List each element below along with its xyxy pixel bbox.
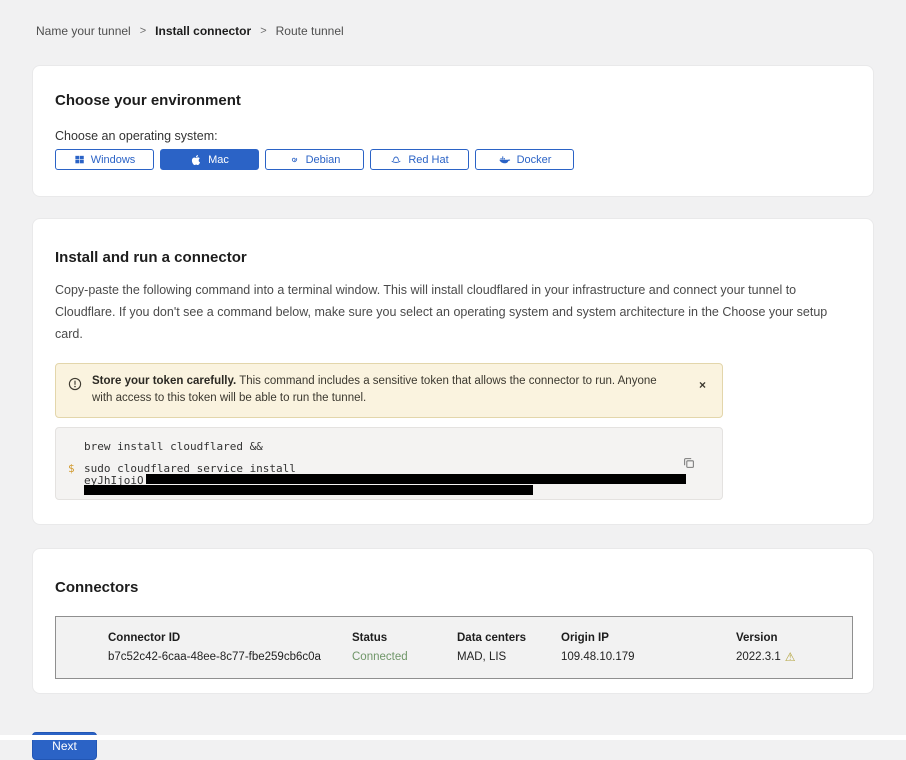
column-header-connector-id: Connector ID (108, 632, 352, 651)
breadcrumb-name-your-tunnel[interactable]: Name your tunnel (36, 24, 131, 38)
windows-logo-icon (74, 154, 85, 165)
connectors-table-grid: Connector ID Status Data centers Origin … (108, 632, 852, 663)
connectors-card: Connectors Connector ID Status Data cent… (32, 548, 874, 694)
redacted-token-bar (84, 485, 533, 495)
install-command-lines: brew install cloudflared && sudo cloudfl… (84, 441, 686, 496)
os-button-label: Red Hat (408, 154, 448, 166)
token-warning-bold: Store your token carefully. (92, 375, 236, 387)
command-line-token-2 (84, 485, 686, 496)
token-warning-text: Store your token carefully. This command… (92, 373, 685, 409)
breadcrumb-route-tunnel[interactable]: Route tunnel (276, 24, 344, 38)
breadcrumb: Name your tunnel > Install connector > R… (0, 0, 906, 38)
os-button-group: Windows Mac Debian (55, 149, 851, 170)
environment-card-title: Choose your environment (55, 92, 851, 109)
status-badge: Connected (352, 651, 457, 663)
breadcrumb-install-connector[interactable]: Install connector (155, 24, 251, 38)
redhat-logo-icon (390, 154, 402, 166)
viewport-bottom-strip (0, 735, 906, 740)
install-connector-title: Install and run a connector (55, 249, 851, 266)
cell-data-centers: MAD, LIS (457, 651, 561, 663)
column-header-data-centers: Data centers (457, 632, 561, 651)
version-value: 2022.3.1 (736, 651, 781, 663)
command-line-token: eyJhIjoiO (84, 474, 686, 485)
connectors-table: Connector ID Status Data centers Origin … (55, 616, 853, 679)
shell-prompt: $ (68, 463, 75, 474)
cell-version: 2022.3.1 ⚠ (736, 651, 852, 663)
command-line-brew: brew install cloudflared && (84, 441, 686, 452)
os-button-windows[interactable]: Windows (55, 149, 154, 170)
connectors-title: Connectors (55, 579, 851, 596)
info-circle-icon (68, 377, 82, 391)
cell-connector-id: b7c52c42-6caa-48ee-8c77-fbe259cb6c0a (108, 651, 352, 663)
column-header-status: Status (352, 632, 457, 651)
redacted-token-bar (146, 474, 686, 484)
warning-triangle-icon: ⚠ (785, 651, 796, 663)
apple-logo-icon (190, 154, 202, 166)
os-button-label: Docker (517, 154, 552, 166)
os-button-docker[interactable]: Docker (475, 149, 574, 170)
environment-card: Choose your environment Choose an operat… (32, 65, 874, 197)
copy-icon[interactable] (680, 454, 698, 472)
debian-logo-icon (289, 154, 300, 165)
os-button-debian[interactable]: Debian (265, 149, 364, 170)
install-connector-description: Copy-paste the following command into a … (55, 280, 851, 346)
install-command-code-block: $ brew install cloudflared && sudo cloud… (55, 427, 723, 500)
token-warning-banner: Store your token carefully. This command… (55, 363, 723, 419)
breadcrumb-separator: > (260, 25, 266, 37)
command-line-sudo: sudo cloudflared service install (84, 463, 686, 474)
os-button-label: Debian (306, 154, 341, 166)
os-button-mac[interactable]: Mac (160, 149, 259, 170)
os-select-label: Choose an operating system: (55, 129, 851, 143)
close-icon[interactable]: × (695, 373, 710, 397)
cell-origin-ip: 109.48.10.179 (561, 651, 736, 663)
column-header-origin-ip: Origin IP (561, 632, 736, 651)
os-button-label: Mac (208, 154, 229, 166)
column-header-version: Version (736, 632, 852, 651)
docker-logo-icon (498, 153, 511, 166)
os-button-redhat[interactable]: Red Hat (370, 149, 469, 170)
os-button-label: Windows (91, 154, 136, 166)
breadcrumb-separator: > (140, 25, 146, 37)
install-connector-card: Install and run a connector Copy-paste t… (32, 218, 874, 525)
